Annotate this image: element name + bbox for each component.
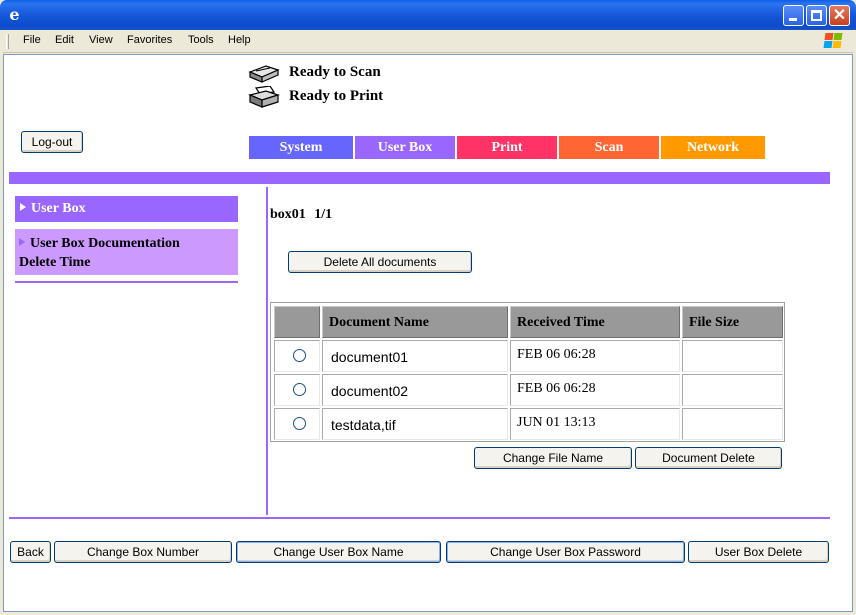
table-row-name: document01 <box>322 340 508 372</box>
table-row-time: FEB 06 06:28 <box>510 374 680 406</box>
tab-network[interactable]: Network <box>661 136 765 159</box>
menu-favorites[interactable]: Favorites <box>127 34 172 46</box>
ie-app-icon[interactable]: e <box>6 6 23 23</box>
table-header-select <box>274 306 320 338</box>
menu-bar: File Edit View Favorites Tools Help <box>3 30 853 53</box>
document-name: testdata,tif <box>331 417 396 433</box>
table-row-select <box>274 340 320 372</box>
tab-scan[interactable]: Scan <box>559 136 659 159</box>
logout-button[interactable]: Log-out <box>21 131 83 153</box>
toolbar-grip[interactable] <box>6 34 9 49</box>
document-name: document02 <box>331 383 409 399</box>
document-name: document01 <box>331 349 409 365</box>
table-header-file-size: File Size <box>682 306 783 338</box>
close-icon: ✕ <box>832 7 847 24</box>
title-bar: e ✕ <box>0 0 856 30</box>
table-row-select <box>274 374 320 406</box>
change-box-number-button[interactable]: Change Box Number <box>54 541 232 563</box>
print-status-label: Ready to Print <box>289 88 384 104</box>
table-row-size <box>682 408 783 440</box>
change-file-name-button[interactable]: Change File Name <box>474 447 632 469</box>
menu-file[interactable]: File <box>23 34 41 46</box>
row-radio[interactable] <box>293 349 306 362</box>
triangle-right-icon <box>19 238 25 246</box>
document-delete-button[interactable]: Document Delete <box>635 447 782 469</box>
table-row-select <box>274 408 320 440</box>
sidebar-item-user-box-wrap: User Box <box>15 201 86 216</box>
scan-status-label: Ready to Scan <box>289 64 381 80</box>
box-name: box01 <box>270 207 306 222</box>
header-divider <box>9 172 830 184</box>
printer-icon <box>248 86 280 108</box>
triangle-right-icon <box>20 203 26 211</box>
table-row-size <box>682 374 783 406</box>
table-row-name: document02 <box>322 374 508 406</box>
minimize-icon <box>789 18 797 21</box>
box-title: box01 1/1 <box>270 207 332 223</box>
table-header-received-time: Received Time <box>510 306 680 338</box>
sidebar-divider <box>15 281 238 283</box>
sidebar-item-label: User Box Documentation <box>30 236 180 251</box>
table-row-name: testdata,tif <box>322 408 508 440</box>
table-row-time: JUN 01 13:13 <box>510 408 680 440</box>
menu-edit[interactable]: Edit <box>55 34 74 46</box>
change-user-box-name-button[interactable]: Change User Box Name <box>236 541 441 563</box>
sidebar-item-label: User Box <box>31 201 86 216</box>
close-button[interactable]: ✕ <box>829 5 850 26</box>
table-row-size <box>682 340 783 372</box>
page-content: Ready to Scan Ready to Print Log-out Sys… <box>3 54 853 612</box>
minimize-button[interactable] <box>783 5 804 26</box>
change-user-box-password-button[interactable]: Change User Box Password <box>446 541 685 563</box>
documents-table: Document Name Received Time File Size do… <box>270 302 785 442</box>
box-page: 1/1 <box>314 207 333 222</box>
scanner-icon <box>248 65 280 83</box>
maximize-button[interactable] <box>806 5 827 26</box>
windows-logo-icon <box>823 32 843 50</box>
received-time: JUN 01 13:13 <box>517 415 596 430</box>
content-vertical-divider <box>266 187 268 515</box>
received-time: FEB 06 06:28 <box>517 381 596 396</box>
sidebar-item-user-box[interactable]: User Box <box>15 196 238 222</box>
delete-all-documents-button[interactable]: Delete All documents <box>288 251 472 273</box>
footer-divider <box>9 517 830 519</box>
back-button[interactable]: Back <box>10 541 51 563</box>
tab-user-box[interactable]: User Box <box>355 136 455 159</box>
table-header-document-name: Document Name <box>322 306 508 338</box>
row-radio[interactable] <box>293 383 306 396</box>
sidebar-item-label-line2: Delete Time <box>19 255 91 270</box>
tab-print[interactable]: Print <box>457 136 557 159</box>
sidebar-item-delete-time[interactable]: User Box Documentation Delete Time <box>15 229 238 275</box>
menu-tools[interactable]: Tools <box>188 34 214 46</box>
maximize-icon <box>811 10 822 21</box>
received-time: FEB 06 06:28 <box>517 347 596 362</box>
row-radio[interactable] <box>293 417 306 430</box>
tab-system[interactable]: System <box>249 136 353 159</box>
user-box-delete-button[interactable]: User Box Delete <box>688 541 829 563</box>
table-row-time: FEB 06 06:28 <box>510 340 680 372</box>
menu-view[interactable]: View <box>89 34 113 46</box>
menu-help[interactable]: Help <box>228 34 251 46</box>
